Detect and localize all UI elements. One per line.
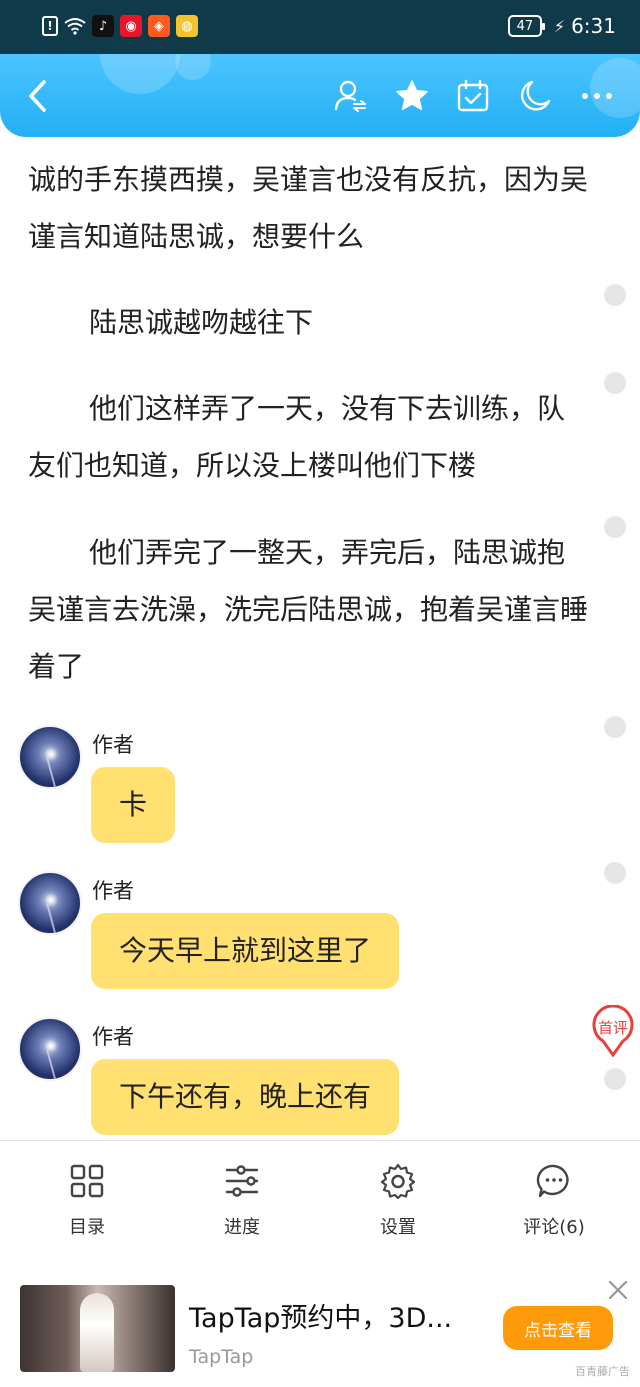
chapter-content: 诚的手东摸西摸，吴谨言也没有反抗，因为吴谨言知道陆思诚，想要什么 陆思诚越吻越往… [0, 137, 640, 1140]
tiktok-icon: ♪ [92, 15, 114, 37]
decorative-bubble [100, 54, 180, 94]
grid-icon [70, 1164, 104, 1198]
paragraph: 他们这样弄了一天，没有下去训练，队友们也知道，所以没上楼叫他们下楼 [28, 392, 566, 482]
app-icon: ◈ [148, 15, 170, 37]
message-bubble: 下午还有，晚上还有 [91, 1059, 400, 1135]
status-system: 47 ⚡ 6:31 [507, 14, 616, 38]
nav-progress[interactable]: 进度 [182, 1163, 302, 1239]
gear-icon [380, 1163, 416, 1199]
wifi-icon [64, 15, 86, 37]
charging-icon: ⚡ [553, 16, 566, 36]
first-comment-badge[interactable]: 首评 [592, 1004, 634, 1058]
first-comment-label: 首评 [597, 1019, 628, 1037]
avatar[interactable] [18, 1017, 82, 1081]
avatar[interactable] [18, 871, 82, 935]
avatar[interactable] [18, 725, 82, 789]
comment-icon [536, 1164, 569, 1198]
night-mode-button[interactable] [515, 76, 555, 116]
decorative-bubble [175, 54, 211, 80]
nav-comments[interactable]: 评论(6) [494, 1163, 614, 1239]
author-name: 作者 [92, 879, 134, 903]
reader-toolbar [0, 54, 640, 137]
author-name: 作者 [92, 733, 134, 757]
moon-icon [521, 80, 551, 111]
paragraph-comment-dot[interactable] [604, 284, 626, 306]
paragraph: 他们弄完了一整天，弄完后，陆思诚抱吴谨言去洗澡，洗完后陆思诚，抱着吴谨言睡着了 [28, 536, 589, 683]
back-button[interactable] [18, 76, 58, 116]
more-button[interactable] [577, 76, 617, 116]
paragraph-comment-dot[interactable] [604, 862, 626, 884]
nav-catalog[interactable]: 目录 [27, 1163, 147, 1239]
alert-icon: ! [42, 16, 58, 36]
calendar-check-icon [457, 79, 489, 112]
author-name: 作者 [92, 1025, 134, 1049]
ad-title[interactable]: TapTap预约中，3D... [189, 1296, 452, 1335]
paragraph-comment-dot[interactable] [604, 516, 626, 538]
ad-image[interactable] [20, 1285, 175, 1372]
more-icon [582, 93, 612, 99]
message-bubble: 卡 [91, 767, 176, 843]
paragraph-comment-dot[interactable] [604, 372, 626, 394]
nav-label: 目录 [69, 1217, 105, 1238]
back-icon [29, 80, 46, 112]
paragraph-comment-dot[interactable] [604, 716, 626, 738]
wechat-icon: ◍ [176, 15, 198, 37]
nav-settings[interactable]: 设置 [338, 1163, 458, 1239]
status-notifications: ! ♪ ◉ ◈ ◍ [42, 15, 198, 37]
nav-label: 进度 [224, 1217, 260, 1238]
paragraph: 陆思诚越吻越往下 [89, 306, 314, 339]
clock: 6:31 [571, 14, 616, 38]
ad-cta-button[interactable]: 点击查看 [503, 1306, 613, 1350]
weibo-icon: ◉ [120, 15, 142, 37]
paragraph: 诚的手东摸西摸，吴谨言也没有反抗，因为吴谨言知道陆思诚，想要什么 [28, 163, 589, 253]
bottom-nav: 目录 进度 设置 评论(6) [0, 1140, 640, 1260]
ad-banner[interactable]: TapTap预约中，3D... TapTap 点击查看 百青藤广告 [0, 1260, 640, 1387]
status-bar: ! ♪ ◉ ◈ ◍ 47 ⚡ 6:31 [0, 0, 640, 54]
close-icon [608, 1280, 628, 1300]
nav-label: 设置 [380, 1217, 416, 1238]
author-switch-icon [334, 80, 366, 112]
ad-close-button[interactable] [606, 1278, 630, 1302]
checkin-button[interactable] [453, 76, 493, 116]
message-bubble: 今天早上就到这里了 [91, 913, 400, 989]
favorite-button[interactable] [392, 76, 432, 116]
ad-brand: 百青藤广告 [575, 1365, 630, 1378]
star-icon [396, 80, 428, 111]
battery-icon: 47 [507, 15, 545, 37]
sliders-icon [225, 1165, 259, 1197]
nav-label: 评论(6) [523, 1217, 585, 1238]
battery-level: 47 [516, 18, 534, 34]
paragraph-comment-dot[interactable] [604, 1068, 626, 1090]
ad-source: TapTap [189, 1346, 254, 1368]
author-switch-button[interactable] [330, 76, 370, 116]
